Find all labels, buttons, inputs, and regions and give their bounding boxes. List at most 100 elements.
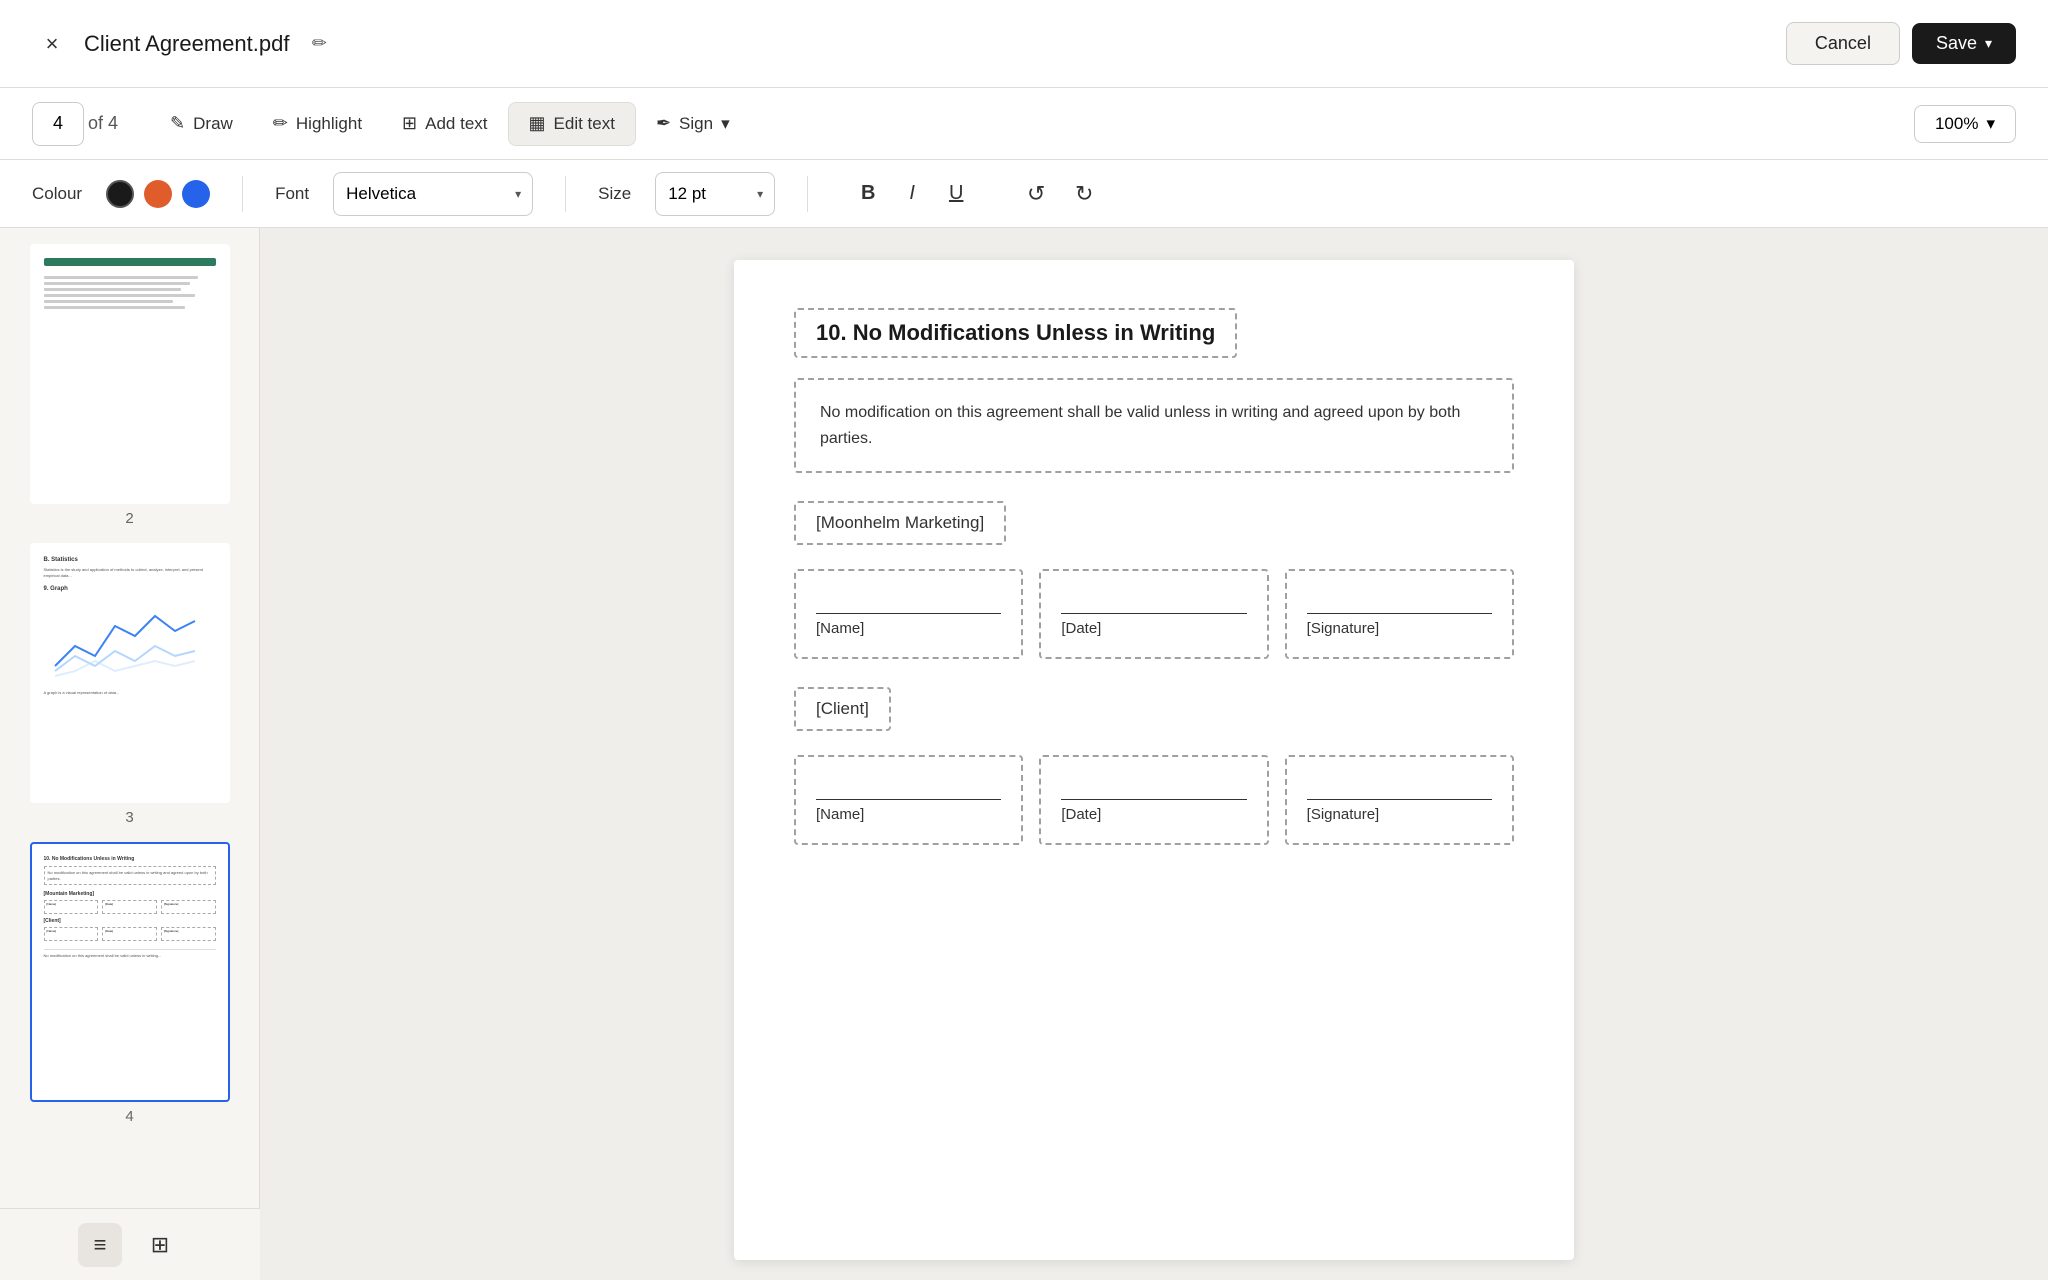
grid-view-button[interactable]: ⊞ <box>138 1223 182 1267</box>
party1-label-box[interactable]: [Moonhelm Marketing] <box>794 501 1006 545</box>
file-title: Client Agreement.pdf <box>84 31 289 57</box>
party1-sig-label: [Signature] <box>1307 620 1492 637</box>
party2-date-box[interactable]: [Date] <box>1039 755 1268 845</box>
colour-label: Colour <box>32 184 82 204</box>
save-button[interactable]: Save ▾ <box>1912 23 2016 64</box>
add-text-icon: ⊞ <box>402 113 417 134</box>
thumb-num-3: 3 <box>125 809 133 826</box>
party2-sig-row: [Name] [Date] [Signature] <box>794 755 1514 845</box>
color-black[interactable] <box>106 180 134 208</box>
party1-sig-line <box>1307 613 1492 614</box>
highlight-icon: ✏ <box>273 113 288 134</box>
party2-sig-label: [Signature] <box>1307 806 1492 823</box>
thumbnail-frame-2 <box>30 244 230 504</box>
close-button[interactable]: × <box>32 24 72 64</box>
party1-name-line <box>816 613 1001 614</box>
undo-redo: ↺ ↻ <box>1016 174 1104 214</box>
thumb3-graph <box>44 596 216 686</box>
document-viewer: 10. No Modifications Unless in Writing N… <box>260 228 2048 1280</box>
font-label: Font <box>275 184 309 204</box>
party1-date-label: [Date] <box>1061 620 1246 637</box>
sign-label: Sign <box>679 114 713 134</box>
toolbar: of 4 ✎ Draw ✏ Highlight ⊞ Add text ▦ Edi… <box>0 88 2048 160</box>
save-label: Save <box>1936 33 1977 54</box>
draw-icon: ✎ <box>170 113 185 134</box>
bold-button[interactable]: B <box>848 174 888 214</box>
color-options <box>106 180 210 208</box>
edit-title-button[interactable]: ✏ <box>301 26 337 62</box>
thumb4-title: 10. No Modifications Unless in Writing <box>44 856 216 862</box>
thumb2-lines <box>44 276 216 309</box>
party2-section: [Client] <box>794 687 1514 743</box>
font-selector[interactable]: Helvetica Arial Times New Roman Courier … <box>333 172 533 216</box>
edit-text-icon: ▦ <box>529 113 546 134</box>
party2-name-box[interactable]: [Name] <box>794 755 1023 845</box>
add-text-label: Add text <box>425 114 487 134</box>
divider-1 <box>242 176 243 212</box>
party1-name-label: [Name] <box>816 620 1001 637</box>
party1-sig-row: [Name] [Date] [Signature] <box>794 569 1514 659</box>
party2-sig-box[interactable]: [Signature] <box>1285 755 1514 845</box>
sign-icon: ✒ <box>656 113 671 134</box>
party1-date-line <box>1061 613 1246 614</box>
thumb4-client: [Client] <box>44 918 216 924</box>
draw-tool-button[interactable]: ✎ Draw <box>150 102 253 146</box>
zoom-value: 100% <box>1935 114 1978 134</box>
thumb3-section-label: B. Statistics <box>44 557 216 563</box>
color-orange[interactable] <box>144 180 172 208</box>
undo-button[interactable]: ↺ <box>1016 174 1056 214</box>
section-body-text: No modification on this agreement shall … <box>820 404 1460 447</box>
party1-name-box[interactable]: [Name] <box>794 569 1023 659</box>
sign-tool-button[interactable]: ✒ Sign ▾ <box>636 102 750 146</box>
top-bar-left: × Client Agreement.pdf ✏ <box>32 24 1770 64</box>
highlight-tool-button[interactable]: ✏ Highlight <box>253 102 382 146</box>
party2-date-label: [Date] <box>1061 806 1246 823</box>
party1-date-box[interactable]: [Date] <box>1039 569 1268 659</box>
party1-sig-box[interactable]: [Signature] <box>1285 569 1514 659</box>
section-body-box[interactable]: No modification on this agreement shall … <box>794 378 1514 473</box>
italic-button[interactable]: I <box>892 174 932 214</box>
page-count: of 4 <box>88 113 118 134</box>
party2-name-label: [Name] <box>816 806 1001 823</box>
main-area: 2 B. Statistics Statistics is the study … <box>0 228 2048 1280</box>
highlight-label: Highlight <box>296 114 362 134</box>
add-text-tool-button[interactable]: ⊞ Add text <box>382 102 507 146</box>
color-blue[interactable] <box>182 180 210 208</box>
edit-text-tool-button[interactable]: ▦ Edit text <box>508 102 636 146</box>
underline-button[interactable]: U <box>936 174 976 214</box>
thumb-num-4: 4 <box>125 1108 133 1125</box>
size-select[interactable]: 12 pt 8 pt 10 pt 14 pt 16 pt 18 pt 24 pt <box>655 172 775 216</box>
top-bar: × Client Agreement.pdf ✏ Cancel Save ▾ <box>0 0 2048 88</box>
thumb4-body: No modification on this agreement shall … <box>44 866 216 885</box>
edit-text-label: Edit text <box>554 114 615 134</box>
page-number-input[interactable] <box>32 102 84 146</box>
cancel-button[interactable]: Cancel <box>1786 22 1900 65</box>
thumbnail-frame-4: 10. No Modifications Unless in Writing N… <box>30 842 230 1102</box>
zoom-chevron-icon: ▾ <box>1986 114 1995 134</box>
divider-2 <box>565 176 566 212</box>
sidebar-thumb-3[interactable]: B. Statistics Statistics is the study an… <box>16 543 243 826</box>
sidebar-thumb-2[interactable]: 2 <box>16 244 243 527</box>
thumb3-graph-caption: A graph is a visual representation of da… <box>44 690 216 695</box>
font-select[interactable]: Helvetica Arial Times New Roman Courier <box>333 172 533 216</box>
list-view-button[interactable]: ≡ <box>78 1223 122 1267</box>
sidebar-thumb-4[interactable]: 10. No Modifications Unless in Writing N… <box>16 842 243 1125</box>
zoom-control[interactable]: 100% ▾ <box>1914 105 2016 143</box>
format-bar: Colour Font Helvetica Arial Times New Ro… <box>0 160 2048 228</box>
page-navigation: of 4 <box>32 102 118 146</box>
party2-label-box[interactable]: [Client] <box>794 687 891 731</box>
save-chevron-icon: ▾ <box>1985 35 1992 52</box>
thumb4-mktg: [Mountain Marketing] <box>44 891 216 897</box>
size-selector[interactable]: 12 pt 8 pt 10 pt 14 pt 16 pt 18 pt 24 pt… <box>655 172 775 216</box>
thumb3-text: Statistics is the study and application … <box>44 567 216 578</box>
party1-label: [Moonhelm Marketing] <box>816 513 984 532</box>
section-title-box[interactable]: 10. No Modifications Unless in Writing <box>794 308 1237 358</box>
redo-button[interactable]: ↻ <box>1064 174 1104 214</box>
thumb2-header-bar <box>44 258 216 266</box>
party2-name-line <box>816 799 1001 800</box>
section-title: 10. No Modifications Unless in Writing <box>816 320 1215 345</box>
thumb4-footer: No modification on this agreement shall … <box>44 949 216 958</box>
thumbnail-frame-3: B. Statistics Statistics is the study an… <box>30 543 230 803</box>
party2-date-line <box>1061 799 1246 800</box>
party2-label: [Client] <box>816 699 869 718</box>
